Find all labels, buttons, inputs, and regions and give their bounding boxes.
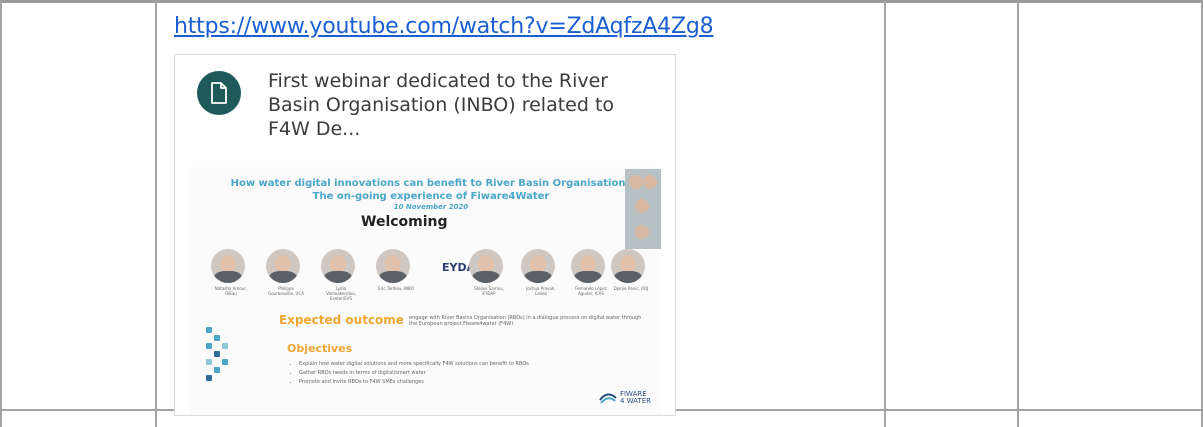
participant-thumbnail [629, 175, 643, 189]
expected-outcome-title: Expected outcome [279, 313, 404, 327]
column-divider [1017, 0, 1019, 427]
speaker: Eric Tardieu, INBO [376, 249, 416, 291]
slide-heading: How water digital innovations can benefi… [221, 177, 641, 203]
speaker-name: Eric Tardieu, INBO [378, 286, 414, 291]
objective-item: Gather RBOs needs in terms of digital/sm… [299, 369, 529, 378]
speaker-name: Natasha Amour, OIEau [214, 286, 248, 296]
document-icon [197, 71, 241, 115]
fiware-logo-line2: 4 WATER [619, 397, 651, 405]
speaker-name: Djorjie Panic, ROJ [613, 286, 649, 291]
avatar [571, 249, 605, 283]
speaker-name: Stelios Sarrios, EYDAP [474, 286, 504, 296]
objective-item: Promote and invite RBOs to F4W SMEs chal… [299, 378, 529, 387]
participant-thumbnail [635, 199, 649, 213]
avatar [611, 249, 645, 283]
column-divider [155, 0, 157, 427]
speaker-name: Lydia Vamvakeridou, Exeter/EVS [326, 286, 356, 301]
avatar [376, 249, 410, 283]
speaker: Fernando López Aguilar, ICAS [571, 249, 611, 296]
avatar [321, 249, 355, 283]
speaker-name: Philippe Gourbesville, UCA [268, 286, 304, 296]
slide-welcoming: Welcoming [361, 214, 448, 230]
fiware-swoosh-icon [599, 393, 617, 404]
speaker: Djorjie Panic, ROJ [611, 249, 651, 291]
objective-item: Explain how water digital solutions and … [299, 360, 529, 369]
participant-thumbnail [643, 175, 657, 189]
avatar [211, 249, 245, 283]
column-divider [884, 0, 886, 427]
card-title[interactable]: First webinar dedicated to the River Bas… [268, 69, 658, 141]
preview-thumbnail[interactable]: How water digital innovations can benefi… [191, 167, 661, 415]
speaker: Philippe Gourbesville, UCA [266, 249, 306, 296]
slide-heading-line2: The on-going experience of Fiware4Water [312, 191, 550, 202]
fiware4water-dots-logo [206, 327, 236, 407]
speaker: Lydia Vamvakeridou, Exeter/EVS [321, 249, 361, 301]
objectives-title: Objectives [287, 342, 353, 355]
speaker-name: Joshua Provoh, Cedex [526, 286, 556, 296]
youtube-link[interactable]: https://www.youtube.com/watch?v=ZdAqfzA4… [174, 14, 714, 39]
expected-outcome-desc: engage with River Basins Organisation (R… [409, 315, 642, 327]
slide-heading-line1: How water digital innovations can benefi… [230, 178, 632, 189]
objectives-list: Explain how water digital solutions and … [291, 360, 529, 387]
participant-thumbnail [635, 225, 649, 239]
speaker: Natasha Amour, OIEau [211, 249, 251, 296]
avatar [266, 249, 300, 283]
speaker: Joshua Provoh, Cedex [521, 249, 561, 296]
video-participants-strip [625, 169, 661, 249]
speakers-row: Natasha Amour, OIEau Philippe Gourbesvil… [211, 249, 648, 301]
speaker: Stelios Sarrios, EYDAP [469, 249, 509, 296]
avatar [469, 249, 503, 283]
link-preview-card[interactable]: First webinar dedicated to the River Bas… [174, 54, 676, 416]
speaker-name: Fernando López Aguilar, ICAS [575, 286, 607, 296]
table-top-border [0, 0, 1203, 3]
column-divider [0, 0, 2, 427]
avatar [521, 249, 555, 283]
slide-date: 10 November 2020 [393, 203, 469, 211]
fiware-logo: FIWARE 4 WATER [599, 391, 651, 405]
